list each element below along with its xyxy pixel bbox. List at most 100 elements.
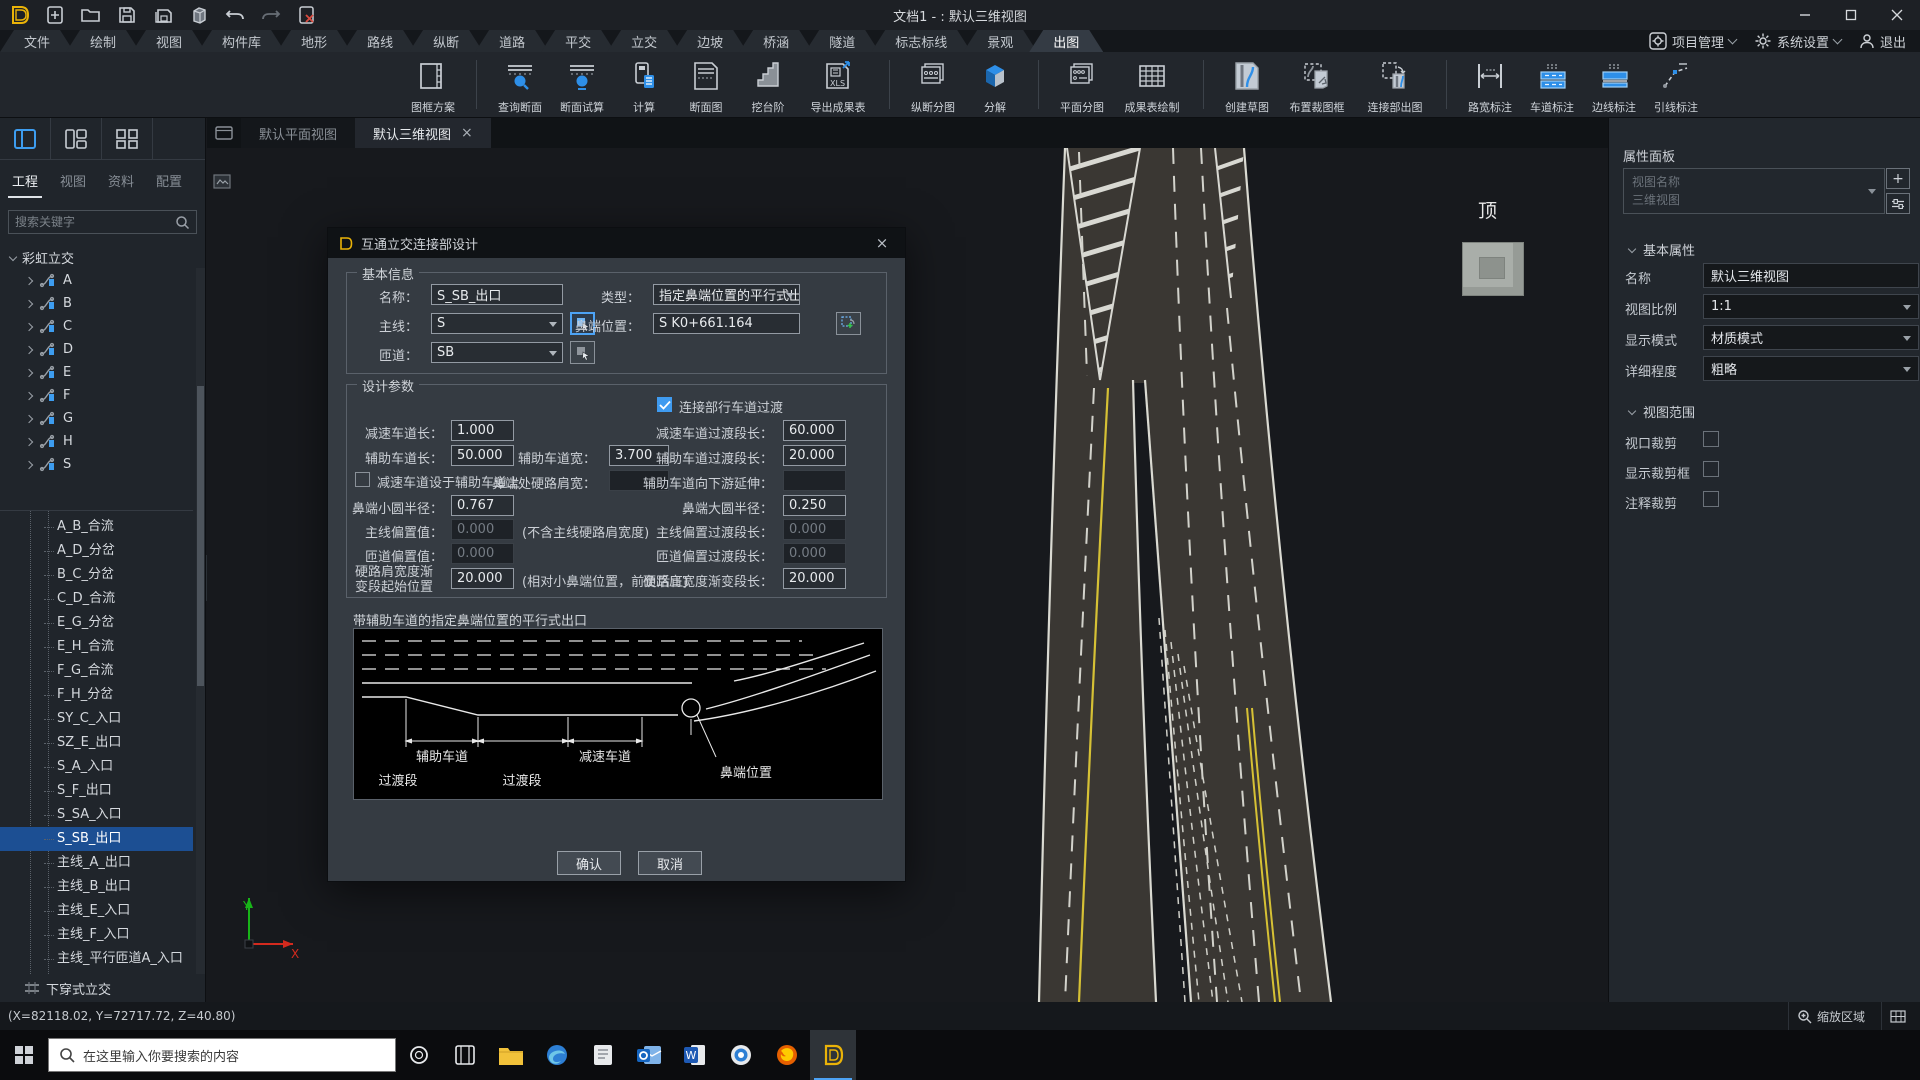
grid-toggle-button[interactable] (1881, 1002, 1914, 1030)
cad-app-taskbar-icon[interactable] (810, 1030, 856, 1080)
small-nose-radius-input[interactable]: 0.767 (451, 495, 514, 516)
section-view-range[interactable]: 视图范围 (1629, 402, 1695, 421)
edge-line-annotation-button[interactable]: 边线标注 (1583, 56, 1645, 115)
start-button[interactable] (0, 1030, 48, 1080)
road-width-annotation-button[interactable]: 路宽标注 (1459, 56, 1521, 115)
name-input[interactable]: S_SB_出口 (431, 284, 563, 305)
list-item[interactable]: C_D_合流 (0, 587, 193, 611)
list-item[interactable]: A_D_分岔 (0, 539, 193, 563)
plan-sheets-button[interactable]: 平面分图 (1051, 56, 1113, 115)
result-table-button[interactable]: 成果表绘制 (1113, 56, 1191, 115)
tab-tunnel[interactable]: 隧道 (805, 30, 879, 52)
save-icon[interactable] (114, 3, 140, 27)
list-item[interactable]: SZ_E_出口 (0, 731, 193, 755)
section-trial-button[interactable]: 断面试算 (551, 56, 613, 115)
nose-position-input[interactable]: S K0+661.164 (653, 313, 800, 334)
list-item[interactable]: E_G_分岔 (0, 611, 193, 635)
open-file-icon[interactable] (78, 3, 104, 27)
connection-output-button[interactable]: 连接部出图 (1356, 56, 1434, 115)
close-view-tab-icon[interactable]: × (461, 125, 473, 141)
task-view-icon[interactable] (442, 1030, 488, 1080)
pick-ramp-button[interactable] (570, 341, 595, 364)
query-section-button[interactable]: 查询断面 (489, 56, 551, 115)
redo-icon[interactable] (258, 3, 284, 27)
list-item-selected[interactable]: S_SB_出口 (0, 827, 193, 851)
tab-draw[interactable]: 绘制 (66, 30, 140, 52)
browser-icon[interactable] (718, 1030, 764, 1080)
view-settings-button[interactable] (1886, 193, 1910, 214)
tab-bridge-culvert[interactable]: 桥涵 (739, 30, 813, 52)
tab-terrain[interactable]: 地形 (277, 30, 351, 52)
exit-button[interactable]: 退出 (1853, 32, 1912, 51)
list-item[interactable]: 主线_F_入口 (0, 923, 193, 947)
export-results-button[interactable]: XLS 导出成果表 (799, 56, 877, 115)
layout-columns-icon[interactable] (0, 118, 51, 159)
firefox-icon[interactable] (764, 1030, 810, 1080)
list-item[interactable]: 主线_A_出口 (0, 851, 193, 875)
tab-slope[interactable]: 边坡 (673, 30, 747, 52)
pick-nose-position-button[interactable] (836, 312, 861, 335)
tab-component-library[interactable]: 构件库 (198, 30, 285, 52)
tree-road-c[interactable]: C (0, 315, 205, 338)
solid-model-icon[interactable] (186, 3, 212, 27)
maximize-button[interactable] (1828, 0, 1874, 30)
viewport-list-icon[interactable] (207, 118, 241, 148)
tab-route[interactable]: 路线 (343, 30, 417, 52)
tree-road-h[interactable]: H (0, 430, 205, 453)
tree-road-g[interactable]: G (0, 407, 205, 430)
system-settings-menu[interactable]: 系统设置 (1748, 32, 1847, 51)
sidebar-tab-data[interactable]: 资料 (108, 171, 134, 190)
view-cube-top-label[interactable]: 顶 (1478, 196, 1497, 223)
outlook-icon[interactable] (626, 1030, 672, 1080)
save-all-icon[interactable] (150, 3, 176, 27)
frame-plan-button[interactable]: 图框方案 (402, 56, 464, 115)
project-management-menu[interactable]: 项目管理 (1643, 32, 1742, 51)
big-nose-radius-input[interactable]: 0.250 (783, 495, 846, 516)
list-item[interactable]: 主线_E_入口 (0, 899, 193, 923)
sidebar-search-input[interactable] (9, 215, 175, 229)
word-icon[interactable]: W (672, 1030, 718, 1080)
confirm-button[interactable]: 确认 (557, 851, 621, 875)
list-item[interactable]: A_B_合流 (0, 515, 193, 539)
close-document-icon[interactable] (294, 3, 320, 27)
layout-grid-icon[interactable] (102, 118, 153, 159)
tree-road-a[interactable]: A (0, 269, 205, 292)
list-item[interactable]: S_F_出口 (0, 779, 193, 803)
aux-transition-input[interactable]: 20.000 (783, 445, 846, 466)
aux-length-input[interactable]: 50.000 (451, 445, 514, 466)
aux-downstream-input[interactable] (783, 470, 846, 491)
sidebar-tab-config[interactable]: 配置 (156, 171, 182, 190)
mainline-select[interactable]: S (431, 313, 563, 334)
list-item[interactable]: F_G_合流 (0, 659, 193, 683)
list-item[interactable]: 主线_平行匝道A_入口 (0, 947, 193, 971)
edge-browser-icon[interactable] (534, 1030, 580, 1080)
notes-app-icon[interactable] (580, 1030, 626, 1080)
tree-road-e[interactable]: E (0, 361, 205, 384)
tree-road-d[interactable]: D (0, 338, 205, 361)
sidebar-scrollbar[interactable] (196, 268, 205, 974)
tab-file[interactable]: 文件 (0, 30, 74, 52)
tree-road-f[interactable]: F (0, 384, 205, 407)
list-item[interactable]: S_A_入口 (0, 755, 193, 779)
tab-road[interactable]: 道路 (475, 30, 549, 52)
tab-output[interactable]: 出图 (1029, 30, 1103, 52)
lane-transition-checkbox[interactable] (657, 397, 672, 412)
minimize-button[interactable] (1782, 0, 1828, 30)
add-view-button[interactable]: + (1886, 168, 1910, 189)
view-tab-3d[interactable]: 默认三维视图 × (355, 118, 491, 148)
excavate-steps-button[interactable]: 挖台阶 (737, 56, 799, 115)
tab-at-grade[interactable]: 平交 (541, 30, 615, 52)
new-document-icon[interactable] (42, 3, 68, 27)
section-drawing-button[interactable]: 断面图 (675, 56, 737, 115)
scrollbar-thumb[interactable] (197, 386, 204, 686)
list-item[interactable]: E_H_合流 (0, 635, 193, 659)
viewport-corner-icon[interactable] (213, 174, 231, 193)
list-item[interactable]: SY_C_入口 (0, 707, 193, 731)
cancel-button[interactable]: 取消 (638, 851, 702, 875)
undo-icon[interactable] (222, 3, 248, 27)
annotation-clip-checkbox[interactable] (1703, 491, 1719, 507)
shoulder-taper-length-input[interactable]: 20.000 (783, 568, 846, 589)
tab-signs-markings[interactable]: 标志标线 (871, 30, 971, 52)
list-item[interactable]: S_SA_入口 (0, 803, 193, 827)
list-item[interactable]: B_C_分岔 (0, 563, 193, 587)
